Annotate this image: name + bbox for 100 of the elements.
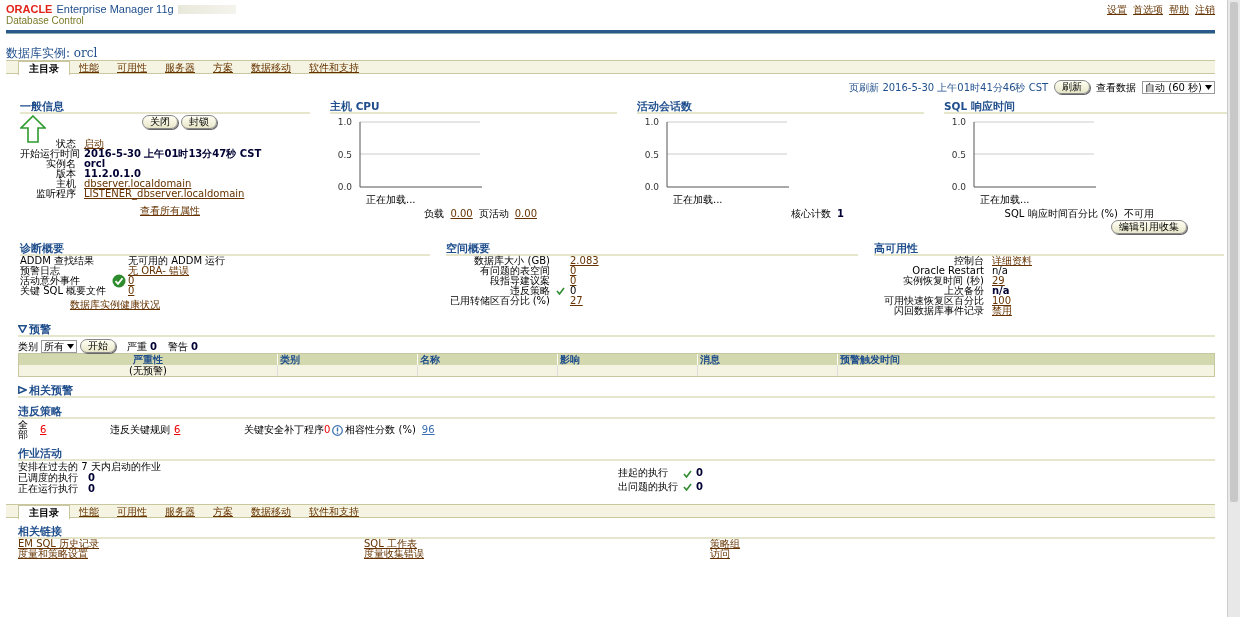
tab[interactable]: 软件和支持 xyxy=(300,506,368,517)
refresh-time: 页刷新 2016-5-30 上午01时41分46秒 CST xyxy=(849,81,1049,93)
count-label: 严重 xyxy=(127,340,147,352)
value-link[interactable]: 0 xyxy=(128,286,226,296)
value-link[interactable]: 27 xyxy=(570,296,599,306)
value-link[interactable]: dbserver.localdomain xyxy=(84,179,262,189)
related-link[interactable]: SQL 工作表 xyxy=(364,539,417,549)
section-title: 作业活动 xyxy=(18,447,62,459)
action-button[interactable]: 封锁 xyxy=(181,115,217,129)
scrollbar[interactable] xyxy=(1227,0,1240,617)
health-link[interactable]: 数据库实例健康状况 xyxy=(70,299,160,310)
header-link[interactable]: 注销 xyxy=(1195,4,1215,15)
field-label: 实例名 xyxy=(46,159,76,169)
related-link[interactable]: 度量收集错误 xyxy=(364,549,424,559)
related-link[interactable]: 度量和策略设置 xyxy=(18,549,88,559)
patch-count: 0 xyxy=(324,425,331,435)
header-link[interactable]: 帮助 xyxy=(1169,4,1189,15)
metric-label: 负载 xyxy=(424,208,445,219)
value-link[interactable]: 无 ORA- 错误 xyxy=(128,266,226,276)
violation-link[interactable]: 6 xyxy=(174,425,204,435)
edit-button[interactable]: 编辑引用收集 xyxy=(1111,220,1187,234)
tab[interactable]: 数据移动 xyxy=(242,506,300,517)
tab[interactable]: 方案 xyxy=(204,62,242,73)
score-link[interactable]: 96 xyxy=(421,425,435,435)
job-count: 0 xyxy=(696,467,703,480)
view-data-label: 查看数据 xyxy=(1096,81,1137,93)
tab[interactable]: 可用性 xyxy=(108,506,156,517)
value-link[interactable]: 0 xyxy=(128,276,226,286)
field-value: orcl xyxy=(84,159,107,169)
value-link[interactable]: LISTENER_dbserver.localdomain xyxy=(84,189,262,199)
table-cell: (无预警) xyxy=(19,365,277,376)
section-title: 活动会话数 xyxy=(637,100,692,112)
view-data-select[interactable]: 自动 (60 秒) xyxy=(1142,80,1215,94)
dropdown-arrow-icon xyxy=(1205,84,1212,90)
tab[interactable]: 性能 xyxy=(70,62,108,73)
value-link[interactable]: 100 xyxy=(992,296,1032,306)
field-value: 11.2.0.1.0 xyxy=(84,169,142,179)
metric-value: 1 xyxy=(837,208,844,219)
value-link[interactable]: 0 xyxy=(570,276,599,286)
related-link[interactable]: 策略组 xyxy=(710,539,740,549)
job-count: 0 xyxy=(88,483,95,494)
axis-tick-label: 0.0 xyxy=(644,182,659,192)
tab[interactable]: 性能 xyxy=(70,506,108,517)
value-link[interactable]: 29 xyxy=(992,276,1032,286)
related-link[interactable]: EM SQL 历史记录 xyxy=(18,539,100,549)
tab[interactable]: 服务器 xyxy=(156,62,204,73)
axis-tick-label: 0.0 xyxy=(337,182,352,192)
metric-link[interactable]: 0.00 xyxy=(450,208,473,219)
blurred-text xyxy=(177,5,236,14)
field-label: 闪回数据库事件记录 xyxy=(894,306,984,316)
violation-link[interactable]: 6 xyxy=(40,425,70,435)
category-select[interactable]: 所有 xyxy=(41,339,77,353)
axis-tick-label: 1.0 xyxy=(337,117,352,127)
tab[interactable]: 软件和支持 xyxy=(300,62,368,73)
field-label: 上次备份 xyxy=(944,286,984,296)
properties-link[interactable]: 查看所有属性 xyxy=(140,205,200,216)
field-label: 可用快速恢复区百分比 xyxy=(883,296,984,306)
metric-link[interactable]: 0.00 xyxy=(514,208,537,219)
tab[interactable]: 可用性 xyxy=(108,62,156,73)
header-link[interactable]: 设置 xyxy=(1107,4,1127,15)
filter-label: 类别 xyxy=(18,340,38,352)
field-value: n/a xyxy=(992,266,1008,276)
column-header: 严重性 xyxy=(19,354,277,365)
value-link[interactable]: 启动 xyxy=(84,139,262,149)
column-header: 消息 xyxy=(697,354,837,365)
field-value: 无可用的 ADDM 运行 xyxy=(128,256,226,266)
policy-label: 违反关键规则 xyxy=(110,425,170,435)
loading-text: 正在加载... xyxy=(366,194,417,205)
value-link[interactable]: 详细资料 xyxy=(992,256,1032,266)
tab[interactable]: 服务器 xyxy=(156,506,204,517)
section-toggle[interactable]: 预警 xyxy=(18,323,51,335)
job-count: 0 xyxy=(88,472,95,483)
tab[interactable]: 主目录 xyxy=(18,61,70,75)
field-label: 主机 xyxy=(55,179,76,189)
section-title: 一般信息 xyxy=(20,100,64,112)
section-toggle[interactable]: 相关预警 xyxy=(18,384,73,396)
job-label: 正在运行执行 xyxy=(18,483,79,494)
go-button[interactable]: 开始 xyxy=(80,339,116,353)
header-link[interactable]: 首选项 xyxy=(1133,4,1163,15)
tab[interactable]: 主目录 xyxy=(18,505,70,519)
section-title: 违反策略 xyxy=(18,405,62,417)
field-label: 版本 xyxy=(56,169,76,179)
action-button[interactable]: 关闭 xyxy=(142,115,178,129)
page-title: 数据库实例: orcl xyxy=(6,46,99,60)
field-label: 控制台 xyxy=(954,256,984,266)
metric-label: SQL 响应时间百分比 (%) xyxy=(1004,208,1118,219)
value-link[interactable]: 禁用 xyxy=(992,306,1032,316)
refresh-button[interactable]: 刷新 xyxy=(1054,80,1091,94)
loading-text: 正在加载... xyxy=(980,194,1031,205)
tab[interactable]: 数据移动 xyxy=(242,62,300,73)
related-link[interactable]: 访问 xyxy=(710,549,730,559)
field-label: 段指导建议案 xyxy=(490,276,550,286)
value-link[interactable]: 2.083 xyxy=(570,256,599,266)
collapse-triangle-icon xyxy=(18,325,27,333)
tab[interactable]: 方案 xyxy=(204,506,242,517)
section-title: 相关链接 xyxy=(18,525,62,537)
job-count: 0 xyxy=(696,480,703,494)
job-label: 挂起的执行 xyxy=(618,467,669,480)
value-link[interactable]: 0 xyxy=(570,266,599,276)
metric-label: 核心计数 xyxy=(791,208,832,219)
